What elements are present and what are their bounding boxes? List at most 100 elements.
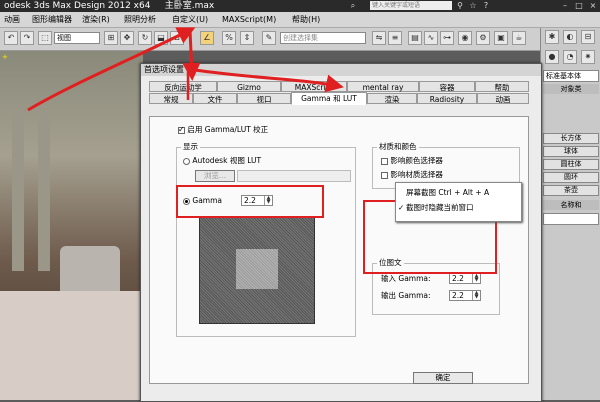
cylinder-button[interactable]: 圆柱体: [543, 159, 599, 170]
object-name-field[interactable]: [543, 213, 599, 225]
maximize-icon[interactable]: □: [574, 1, 584, 10]
box-button[interactable]: 长方体: [543, 133, 599, 144]
schematic-icon[interactable]: ⊶: [440, 31, 454, 45]
popup-item-hide-window-label: 截图时隐藏当前窗口: [406, 203, 474, 212]
tab-rendering[interactable]: 渲染: [367, 93, 417, 104]
tab-files[interactable]: 文件: [193, 93, 237, 104]
redo-icon[interactable]: ↷: [20, 31, 34, 45]
sphere-button[interactable]: 球体: [543, 146, 599, 157]
menu-lighting-analysis[interactable]: 照明分析: [124, 12, 156, 27]
star-icon[interactable]: ☆: [468, 1, 478, 10]
select-icon[interactable]: ⬚: [38, 31, 52, 45]
align-icon[interactable]: ≡: [388, 31, 402, 45]
menu-help[interactable]: 帮助(H): [292, 12, 320, 27]
name-color-header[interactable]: 名称和: [543, 200, 599, 210]
main-toolbar: ↶ ↷ ⬚ 视图 ⊞ ✥ ↻ ⬓ ⊿ ∠ % ⇕ ✎ 创建选择集 ⇋ ≡ ▤ ∿…: [0, 28, 540, 51]
material-color-group-label: 材质和颜色: [377, 142, 419, 152]
viewport[interactable]: +: [0, 51, 143, 400]
material-editor-icon[interactable]: ◉: [458, 31, 472, 45]
modify-tab-icon[interactable]: ◐: [563, 30, 577, 44]
named-selection-set-dropdown[interactable]: 创建选择集: [280, 32, 366, 44]
help-icon[interactable]: ?: [481, 1, 491, 10]
tab-containers[interactable]: 容器: [419, 81, 475, 92]
tab-radiosity[interactable]: Radiosity: [417, 93, 477, 104]
pivot-icon[interactable]: ⊞: [104, 31, 118, 45]
affect-material-picker-row[interactable]: 影响材质选择器: [381, 170, 443, 180]
menu-animation[interactable]: 动画: [4, 12, 20, 27]
popup-item-hide-window[interactable]: ✓ 截图时隐藏当前窗口: [398, 202, 474, 213]
gamma-preview: [199, 216, 315, 324]
tab-help[interactable]: 帮助: [475, 81, 529, 92]
render-setup-icon[interactable]: ⚙: [476, 31, 490, 45]
hierarchy-tab-icon[interactable]: ⊟: [581, 30, 595, 44]
view-dropdown[interactable]: 视图: [54, 32, 100, 44]
torus-button[interactable]: 圆环: [543, 172, 599, 183]
output-gamma-arrows-icon[interactable]: ▲ ▼: [472, 291, 480, 300]
bed: [0, 291, 140, 400]
percent-snap-icon[interactable]: %: [222, 31, 236, 45]
lut-path-field[interactable]: [237, 170, 351, 182]
autodesk-lut-label: Autodesk 视图 LUT: [192, 156, 262, 165]
menu-graph-editors[interactable]: 图形编辑器: [32, 12, 72, 27]
binoculars-icon[interactable]: ⌕: [348, 1, 358, 10]
scale-icon[interactable]: ⬓: [154, 31, 168, 45]
tab-animation[interactable]: 动画: [477, 93, 529, 104]
autodesk-lut-option[interactable]: Autodesk 视图 LUT: [183, 156, 261, 166]
enable-gamma-label: 启用 Gamma/LUT 校正: [187, 125, 269, 134]
tab-viewports[interactable]: 视口: [237, 93, 291, 104]
enable-gamma-checkbox[interactable]: [178, 125, 185, 135]
menu-customize[interactable]: 自定义(U): [172, 12, 208, 27]
create-tab-icon[interactable]: ✱: [545, 30, 559, 44]
object-category-dropdown[interactable]: 标准基本体: [543, 70, 599, 82]
annotation-box-gamma: [176, 185, 324, 218]
viewport-label[interactable]: +: [2, 53, 8, 61]
autodesk-lut-radio[interactable]: [183, 157, 190, 165]
output-gamma-label: 输出 Gamma:: [381, 291, 431, 300]
mirror-icon[interactable]: ⇋: [372, 31, 386, 45]
object-type-header[interactable]: 对象类: [543, 84, 599, 94]
affect-material-picker-checkbox[interactable]: [381, 171, 388, 179]
rendered-frame-icon[interactable]: ▣: [494, 31, 508, 45]
output-gamma-value: 2.2: [452, 291, 464, 300]
undo-icon[interactable]: ↶: [4, 31, 18, 45]
affect-color-picker-checkbox[interactable]: [381, 157, 388, 165]
affect-color-picker-label: 影响颜色选择器: [390, 156, 443, 165]
command-panel: ✱ ◐ ⊟ ● ◔ ✷ 标准基本体 对象类 长方体 球体 圆柱体 圆环 茶壶 名…: [540, 28, 600, 400]
popup-item-screenshot[interactable]: 屏幕截图 Ctrl + Alt + A: [406, 187, 489, 198]
output-gamma-spinner[interactable]: 2.2 ▲ ▼: [449, 290, 481, 301]
rotate-icon[interactable]: ↻: [138, 31, 152, 45]
menu-maxscript[interactable]: MAXScript(M): [222, 12, 276, 27]
title-bar: odesk 3ds Max Design 2012 x64 主卧室.max 键入…: [0, 0, 600, 12]
snap-icon[interactable]: ⊿: [170, 31, 184, 45]
browse-button[interactable]: 浏览...: [195, 170, 235, 182]
tab-general[interactable]: 常规: [149, 93, 193, 104]
affect-color-picker-row[interactable]: 影响颜色选择器: [381, 156, 443, 166]
tab-gamma-lut[interactable]: Gamma 和 LUT: [291, 92, 367, 105]
edit-named-selection-icon[interactable]: ✎: [262, 31, 276, 45]
tab-maxscript[interactable]: MAXScript: [281, 81, 347, 92]
geometry-icon[interactable]: ●: [545, 50, 559, 64]
close-icon[interactable]: ×: [588, 1, 598, 10]
lights-icon[interactable]: ✷: [581, 50, 595, 64]
teapot-button[interactable]: 茶壶: [543, 185, 599, 196]
search-icon[interactable]: ⚲: [455, 1, 465, 10]
dialog-title: 首选项设置: [144, 65, 184, 74]
enable-gamma-row[interactable]: 启用 Gamma/LUT 校正: [178, 125, 268, 135]
tab-mental-ray[interactable]: mental ray: [347, 81, 419, 92]
ok-button[interactable]: 确定: [413, 372, 473, 384]
shapes-icon[interactable]: ◔: [563, 50, 577, 64]
input-gamma-arrows-icon[interactable]: ▲ ▼: [472, 274, 480, 283]
curve-editor-icon[interactable]: ∿: [424, 31, 438, 45]
search-input[interactable]: 键入关键字或短语: [370, 1, 452, 10]
menu-rendering[interactable]: 渲染(R): [82, 12, 110, 27]
render-icon[interactable]: ☕: [512, 31, 526, 45]
tab-inverse-kinematics[interactable]: 反向运动学: [149, 81, 217, 92]
move-icon[interactable]: ✥: [120, 31, 134, 45]
layer-icon[interactable]: ▤: [408, 31, 422, 45]
minimize-icon[interactable]: –: [560, 1, 570, 10]
tab-gizmo[interactable]: Gizmo: [217, 81, 281, 92]
angle-snap-icon[interactable]: ∠: [200, 31, 214, 45]
spinner-snap-icon[interactable]: ⇕: [240, 31, 254, 45]
input-gamma-spinner[interactable]: 2.2 ▲ ▼: [449, 273, 481, 284]
display-group: 显示 Autodesk 视图 LUT 浏览... Gamma 2.2 ▲ ▼: [176, 142, 356, 337]
